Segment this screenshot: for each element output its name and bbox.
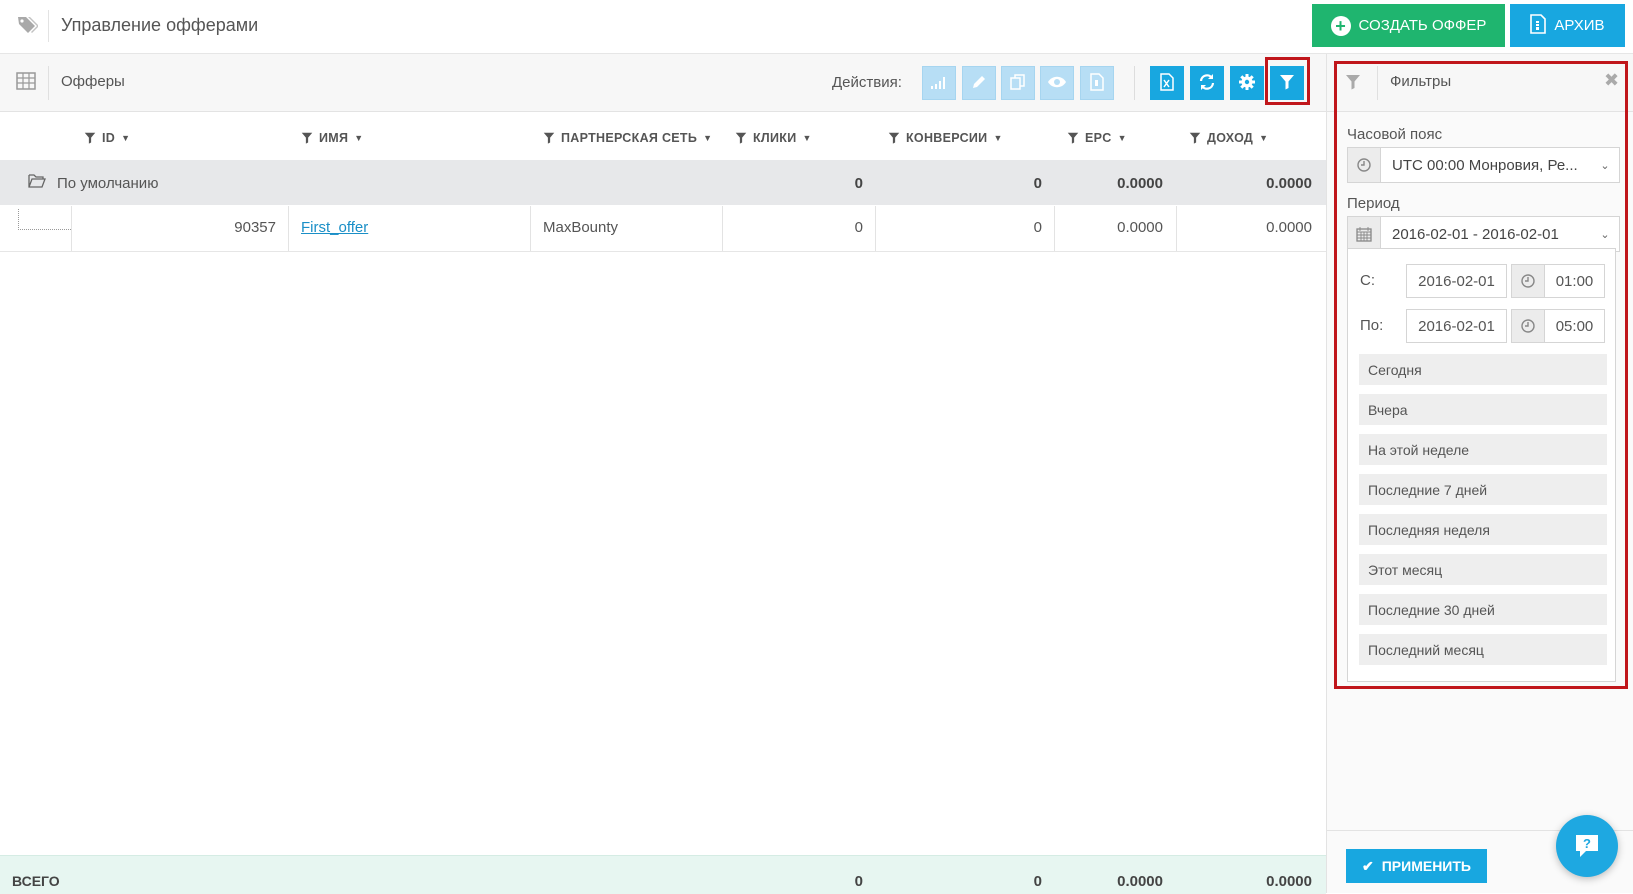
sort-caret-icon: ▼ xyxy=(703,133,713,143)
archive-file-icon xyxy=(1530,13,1547,38)
filters-highlight xyxy=(1334,61,1628,689)
column-filter-icon xyxy=(1189,132,1201,144)
column-divider xyxy=(722,206,723,251)
eye-icon xyxy=(1047,75,1067,92)
totals-epc: 0.0000 xyxy=(1117,873,1163,890)
copy-icon xyxy=(1010,73,1026,93)
column-network[interactable]: ПАРТНЕРСКАЯ СЕТЬ ▼ xyxy=(543,131,712,145)
export-excel-button[interactable] xyxy=(1150,66,1184,100)
column-revenue[interactable]: ДОХОД ▼ xyxy=(1189,131,1268,145)
column-divider xyxy=(1176,206,1177,251)
totals-label: ВСЕГО xyxy=(12,873,60,889)
column-clicks-label: КЛИКИ xyxy=(753,131,797,145)
create-offer-label: СОЗДАТЬ ОФФЕР xyxy=(1358,17,1487,34)
table-grid-icon xyxy=(16,72,36,90)
toolbar-vertical-divider xyxy=(1134,66,1135,100)
chat-help-icon: ? xyxy=(1576,835,1598,857)
row-network: MaxBounty xyxy=(543,219,619,236)
header-divider xyxy=(48,10,49,42)
row-clicks: 0 xyxy=(854,219,863,236)
pencil-icon xyxy=(971,74,987,93)
tags-icon xyxy=(16,14,39,36)
archive-label: АРХИВ xyxy=(1554,17,1605,34)
apply-label: ПРИМЕНИТЬ xyxy=(1381,858,1471,874)
sort-caret-icon: ▼ xyxy=(354,133,364,143)
row-revenue: 0.0000 xyxy=(1266,219,1312,236)
group-name: По умолчанию xyxy=(57,175,159,192)
column-name-label: ИМЯ xyxy=(319,131,349,145)
copy-button[interactable] xyxy=(1001,66,1035,100)
toolbar-divider xyxy=(48,66,49,100)
check-icon: ✔ xyxy=(1362,857,1374,874)
sort-caret-icon: ▼ xyxy=(121,133,131,143)
column-filter-icon xyxy=(888,132,900,144)
file-icon xyxy=(1090,72,1104,94)
column-filter-icon xyxy=(543,132,555,144)
column-id-label: ID xyxy=(102,131,116,145)
column-network-label: ПАРТНЕРСКАЯ СЕТЬ xyxy=(561,131,698,145)
archive-button[interactable]: АРХИВ xyxy=(1510,4,1625,47)
totals-conversions: 0 xyxy=(1033,873,1042,890)
row-conversions: 0 xyxy=(1033,219,1042,236)
create-offer-button[interactable]: + СОЗДАТЬ ОФФЕР xyxy=(1312,4,1505,47)
column-epc-label: EPC xyxy=(1085,131,1112,145)
sort-caret-icon: ▼ xyxy=(993,133,1003,143)
stats-button[interactable] xyxy=(922,66,956,100)
refresh-icon xyxy=(1198,73,1216,94)
column-clicks[interactable]: КЛИКИ ▼ xyxy=(735,131,812,145)
column-name[interactable]: ИМЯ ▼ xyxy=(301,131,364,145)
sort-caret-icon: ▼ xyxy=(802,133,812,143)
sort-caret-icon: ▼ xyxy=(1117,133,1127,143)
page-title: Управление офферами xyxy=(61,15,259,35)
column-revenue-label: ДОХОД xyxy=(1207,131,1254,145)
column-divider xyxy=(530,206,531,251)
refresh-button[interactable] xyxy=(1190,66,1224,100)
gear-icon xyxy=(1238,73,1256,94)
settings-button[interactable] xyxy=(1230,66,1264,100)
totals-revenue: 0.0000 xyxy=(1266,873,1312,890)
totals-clicks: 0 xyxy=(854,873,863,890)
archive-action-button[interactable] xyxy=(1080,66,1114,100)
column-divider xyxy=(71,206,72,251)
group-clicks: 0 xyxy=(854,175,863,192)
column-conversions-label: КОНВЕРСИИ xyxy=(906,131,988,145)
column-filter-icon xyxy=(735,132,747,144)
toolbar-title: Офферы xyxy=(61,73,125,90)
column-filter-icon xyxy=(84,132,96,144)
column-filter-icon xyxy=(301,132,313,144)
folder-open-icon xyxy=(28,174,46,193)
column-id[interactable]: ID ▼ xyxy=(84,131,130,145)
column-epc[interactable]: EPC ▼ xyxy=(1067,131,1127,145)
actions-label: Действия: xyxy=(832,74,902,91)
offer-name-link[interactable]: First_offer xyxy=(301,219,368,236)
filter-button-highlight xyxy=(1265,57,1310,105)
preview-button[interactable] xyxy=(1040,66,1074,100)
plus-icon: + xyxy=(1330,15,1351,36)
group-revenue: 0.0000 xyxy=(1266,175,1312,192)
bar-chart-icon xyxy=(930,74,948,93)
excel-icon xyxy=(1160,72,1174,94)
edit-button[interactable] xyxy=(962,66,996,100)
group-epc: 0.0000 xyxy=(1117,175,1163,192)
apply-button[interactable]: ✔ ПРИМЕНИТЬ xyxy=(1346,849,1487,883)
column-divider xyxy=(288,206,289,251)
svg-text:?: ? xyxy=(1583,836,1591,851)
offers-toolbar xyxy=(0,54,1326,112)
row-epc: 0.0000 xyxy=(1117,219,1163,236)
column-divider xyxy=(1054,206,1055,251)
sort-caret-icon: ▼ xyxy=(1259,133,1269,143)
support-chat-button[interactable]: ? xyxy=(1556,815,1618,877)
column-conversions[interactable]: КОНВЕРСИИ ▼ xyxy=(888,131,1003,145)
column-divider xyxy=(875,206,876,251)
tree-connector xyxy=(18,209,71,230)
group-conversions: 0 xyxy=(1033,175,1042,192)
column-filter-icon xyxy=(1067,132,1079,144)
row-id: 90357 xyxy=(234,219,276,236)
